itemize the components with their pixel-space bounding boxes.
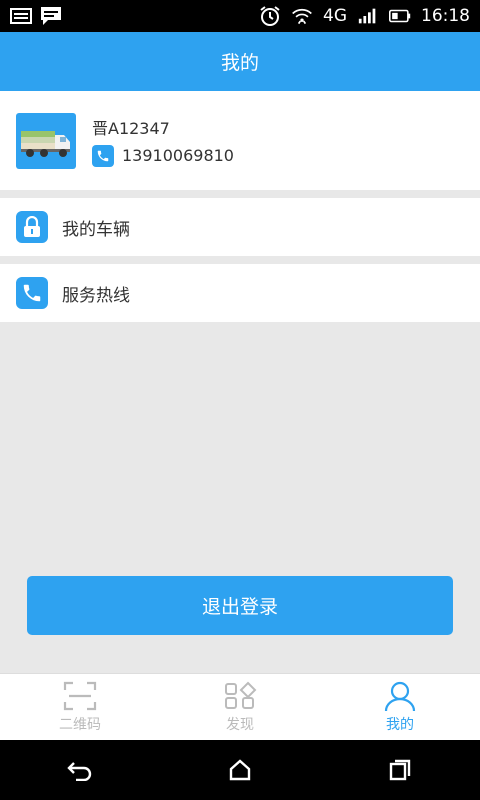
tab-profile[interactable]: 我的 bbox=[320, 674, 480, 740]
network-4g-label: 4G bbox=[323, 6, 347, 26]
discover-icon bbox=[222, 680, 258, 712]
phone-icon bbox=[16, 277, 48, 309]
lock-icon bbox=[16, 211, 48, 243]
tab-label: 发现 bbox=[226, 717, 254, 733]
page-title: 我的 bbox=[220, 52, 259, 74]
profile-icon bbox=[382, 680, 418, 712]
gallery-icon bbox=[10, 7, 32, 25]
menu-item-label: 我的车辆 bbox=[62, 219, 130, 240]
tab-label: 二维码 bbox=[59, 717, 101, 733]
license-plate: 晋A12347 bbox=[92, 118, 170, 138]
battery-icon bbox=[389, 7, 411, 25]
recent-apps-icon[interactable] bbox=[380, 750, 420, 790]
tab-discover[interactable]: 发现 bbox=[160, 674, 320, 740]
system-nav-bar bbox=[0, 740, 480, 800]
qr-scan-icon bbox=[62, 680, 98, 712]
wifi-icon bbox=[291, 7, 313, 25]
tab-qr-code[interactable]: 二维码 bbox=[0, 674, 160, 740]
status-time: 16:18 bbox=[421, 6, 470, 26]
back-icon[interactable] bbox=[60, 750, 100, 790]
logout-label: 退出登录 bbox=[201, 596, 278, 618]
tab-label: 我的 bbox=[386, 717, 414, 733]
home-icon[interactable] bbox=[220, 750, 260, 790]
truck-icon bbox=[16, 112, 76, 169]
phone-number: 13910069810 bbox=[122, 146, 234, 165]
logout-button[interactable]: 退出登录 bbox=[27, 576, 453, 635]
profile-card: 晋A12347 13910069810 bbox=[0, 91, 480, 190]
menu-item-label: 服务热线 bbox=[62, 285, 130, 306]
menu-item-service-hotline[interactable]: 服务热线 bbox=[0, 264, 480, 322]
app-header: 我的 bbox=[0, 32, 480, 91]
signal-icon bbox=[357, 7, 379, 25]
message-icon bbox=[40, 7, 62, 25]
phone-icon bbox=[92, 144, 114, 167]
menu-item-my-vehicles[interactable]: 我的车辆 bbox=[0, 198, 480, 256]
status-bar: 4G 16:18 bbox=[0, 0, 480, 32]
bottom-tab-bar: 二维码 发现 我的 bbox=[0, 673, 480, 740]
alarm-icon bbox=[259, 6, 281, 26]
